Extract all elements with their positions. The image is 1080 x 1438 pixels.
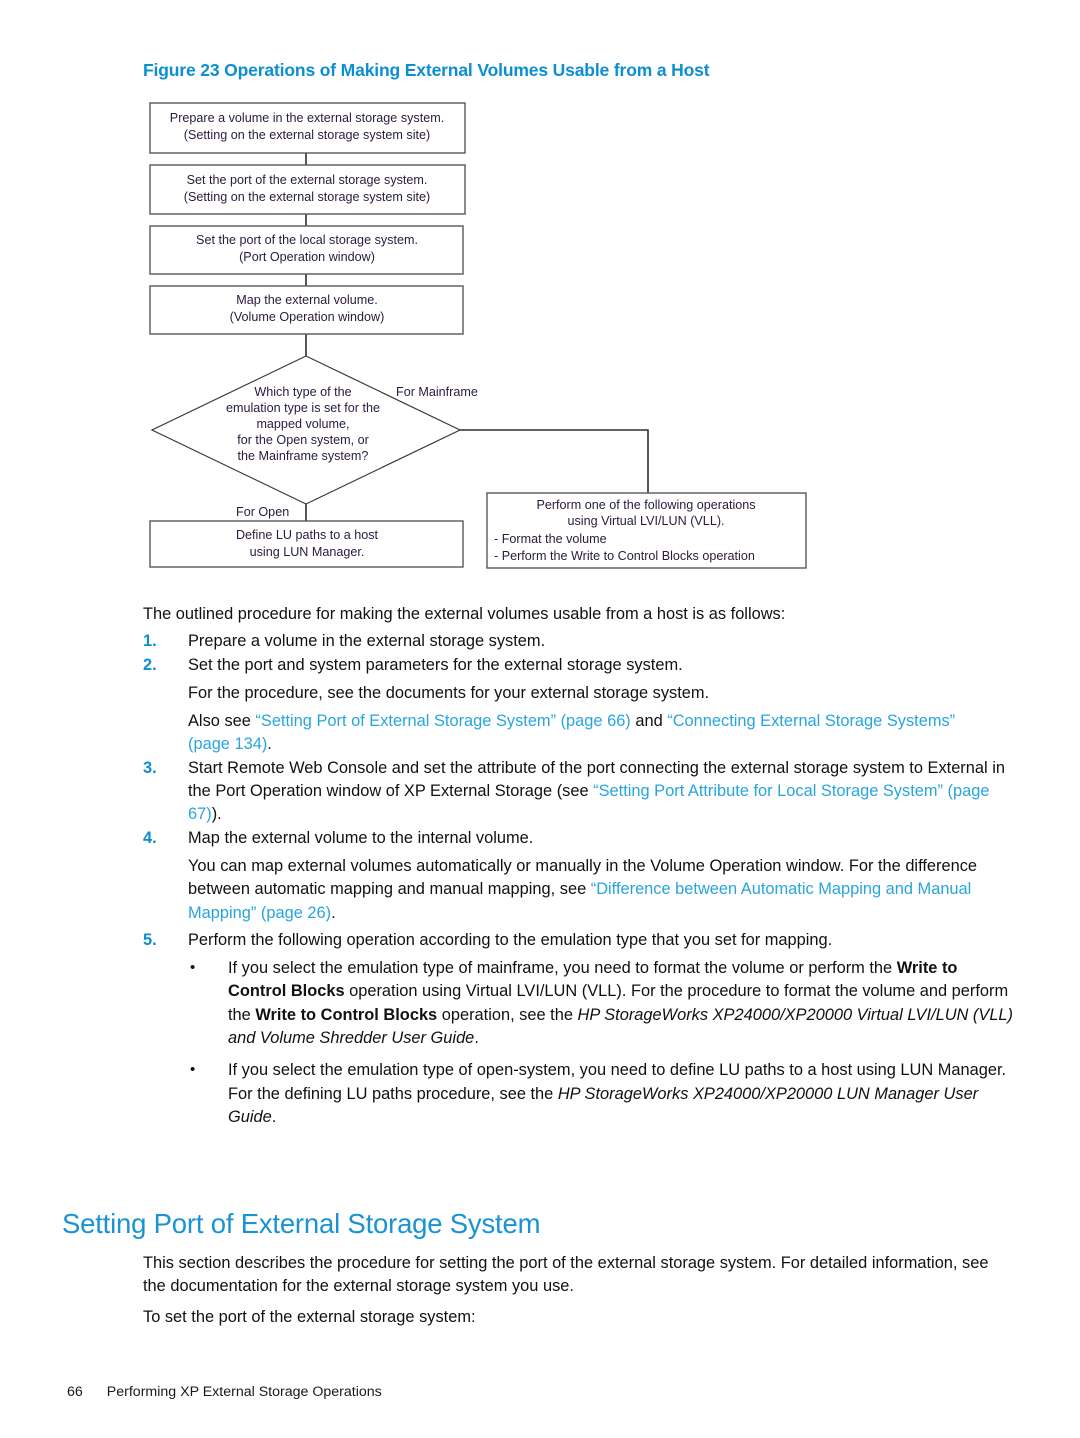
step-text: Prepare a volume in the external storage… bbox=[188, 632, 546, 651]
step-text: Perform the following operation accordin… bbox=[188, 930, 833, 949]
step-number: 5. bbox=[143, 930, 157, 949]
step-text: Map the external volume to the internal … bbox=[188, 828, 534, 847]
bullet-text-part: operation, see the bbox=[437, 1005, 578, 1024]
step-5-bullet-1: • If you select the emulation type of mai… bbox=[143, 957, 1013, 1050]
step-4-sub-paragraph: You can map external volumes automatical… bbox=[143, 855, 1013, 925]
flow-box-line: - Perform the Write to Control Blocks op… bbox=[494, 549, 755, 563]
flow-box-set-local-port: Set the port of the local storage system… bbox=[149, 225, 464, 275]
step-2-cross-references: Also see “Setting Port of External Stora… bbox=[143, 710, 1013, 757]
flow-box-line: using LUN Manager. bbox=[250, 545, 365, 559]
flow-box-map-external-volume: Map the external volume. (Volume Operati… bbox=[149, 285, 464, 335]
procedure-step-2: 2. Set the port and system parameters fo… bbox=[143, 654, 1013, 677]
branch-label-mainframe: For Mainframe bbox=[396, 385, 478, 399]
step-number: 1. bbox=[143, 632, 157, 651]
connector-diamond-mainframe-box bbox=[460, 429, 649, 493]
period: . bbox=[474, 1029, 479, 1048]
flow-decision-line: for the Open system, or bbox=[237, 433, 369, 447]
flow-box-perform-vll-operations: Perform one of the following operations … bbox=[486, 492, 807, 569]
section-heading-setting-port: Setting Port of External Storage System bbox=[62, 1208, 541, 1239]
step-number: 4. bbox=[143, 828, 157, 847]
step-3-suffix: ). bbox=[211, 805, 222, 824]
flow-box-line: (Setting on the external storage system … bbox=[184, 190, 430, 204]
link-setting-port-external-storage[interactable]: “Setting Port of External Storage System… bbox=[255, 712, 630, 730]
flow-box-line: Map the external volume. bbox=[236, 293, 377, 307]
procedure-step-3: 3. Start Remote Web Console and set the a… bbox=[143, 757, 1013, 827]
period: . bbox=[331, 903, 336, 922]
step-number: 3. bbox=[143, 758, 157, 777]
branch-label-open: For Open bbox=[236, 505, 289, 519]
procedure-body: The outlined procedure for making the ex… bbox=[143, 603, 1013, 1129]
flow-box-line: Set the port of the external storage sys… bbox=[187, 173, 428, 187]
also-see-prefix: Also see bbox=[188, 712, 256, 731]
flow-box-line: Prepare a volume in the external storage… bbox=[170, 111, 444, 125]
conjunction-and: and bbox=[630, 712, 668, 731]
flow-box-line: Define LU paths to a host bbox=[236, 528, 379, 542]
flow-box-line: Perform one of the following operations bbox=[536, 498, 755, 512]
flow-decision-line: emulation type is set for the bbox=[226, 401, 380, 415]
bullet-text-part: If you select the emulation type of main… bbox=[228, 959, 897, 978]
footer-page-number: 66 bbox=[67, 1384, 83, 1400]
page-footer: 66 Performing XP External Storage Operati… bbox=[67, 1384, 382, 1400]
section-paragraph-1: This section describes the procedure for… bbox=[143, 1254, 989, 1296]
period: . bbox=[271, 1107, 277, 1126]
flow-box-set-external-port: Set the port of the external storage sys… bbox=[149, 164, 466, 215]
step-number: 2. bbox=[143, 655, 157, 674]
bullet-icon: • bbox=[190, 1061, 196, 1079]
flow-box-line: (Setting on the external storage system … bbox=[184, 128, 430, 142]
procedure-step-5: 5. Perform the following operation accor… bbox=[143, 929, 1013, 952]
footer-chapter-title: Performing XP External Storage Operation… bbox=[106, 1384, 382, 1400]
step-2-sub-paragraph: For the procedure, see the documents for… bbox=[188, 683, 710, 702]
flow-box-line: (Port Operation window) bbox=[239, 250, 375, 264]
bullet-icon: • bbox=[190, 959, 196, 977]
step-5-bullet-2: • If you select the emulation type of ope… bbox=[143, 1059, 1013, 1129]
flow-box-prepare-volume: Prepare a volume in the external storage… bbox=[149, 102, 466, 154]
flow-box-line: Set the port of the local storage system… bbox=[196, 233, 418, 247]
procedure-lead: The outlined procedure for making the ex… bbox=[143, 605, 786, 623]
flow-box-line: using Virtual LVI/LUN (VLL). bbox=[567, 514, 724, 528]
procedure-step-4: 4. Map the external volume to the intern… bbox=[143, 827, 1013, 850]
flow-box-define-lu-paths: Define LU paths to a host using LUN Mana… bbox=[149, 520, 464, 568]
flow-decision-line: the Mainframe system? bbox=[238, 449, 369, 463]
flow-decision-line: mapped volume, bbox=[256, 417, 349, 431]
flowchart-figure-23: Prepare a volume in the external storage… bbox=[149, 102, 807, 569]
flow-box-line: (Volume Operation window) bbox=[230, 310, 385, 324]
procedure-step-1: 1. Prepare a volume in the external stor… bbox=[143, 630, 1013, 653]
bullet-bold-term: Write to Control Blocks bbox=[255, 1005, 438, 1024]
flow-decision-line: Which type of the bbox=[254, 385, 351, 399]
section-body: This section describes the procedure for… bbox=[143, 1252, 1013, 1329]
period: . bbox=[267, 735, 272, 754]
flow-decision-emulation-type: Which type of the emulation type is set … bbox=[150, 355, 462, 505]
step-text: Set the port and system parameters for t… bbox=[188, 655, 683, 674]
flow-box-line: - Format the volume bbox=[494, 532, 607, 546]
section-paragraph-2: To set the port of the external storage … bbox=[143, 1307, 476, 1326]
